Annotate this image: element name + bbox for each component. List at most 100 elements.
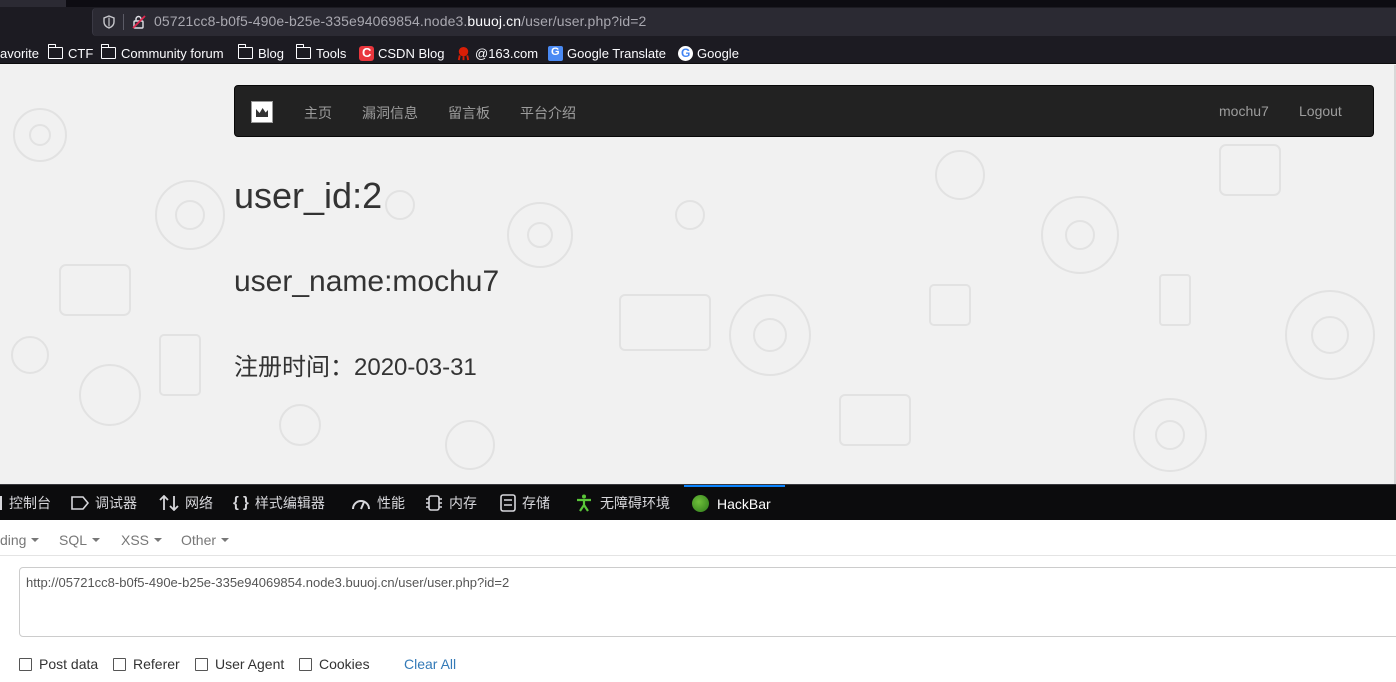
nav-platform-intro[interactable]: 平台介绍 bbox=[520, 103, 576, 123]
url-path: /user/user.php?id=2 bbox=[521, 13, 647, 29]
insecure-lock-icon[interactable] bbox=[131, 14, 147, 30]
bookmark-google[interactable]: G Google bbox=[678, 44, 739, 62]
bookmark-label: CSDN Blog bbox=[378, 45, 445, 61]
tab-label: HackBar bbox=[717, 495, 771, 512]
caret-down-icon bbox=[92, 538, 101, 543]
tracking-shield-icon[interactable] bbox=[103, 15, 115, 29]
tab-label: 存储 bbox=[522, 494, 550, 511]
menu-xss[interactable]: XSS bbox=[121, 532, 163, 548]
caret-down-icon bbox=[221, 538, 230, 543]
nav-message-board[interactable]: 留言板 bbox=[448, 103, 490, 123]
bookmark-label: Tools bbox=[316, 45, 347, 61]
tab-accessibility[interactable]: 无障碍环境 bbox=[576, 485, 670, 520]
nav-user[interactable]: mochu7 bbox=[1219, 103, 1269, 119]
google-translate-icon: G bbox=[548, 45, 563, 61]
address-bar[interactable]: 05721cc8-b0f5-490e-b25e-335e94069854.nod… bbox=[92, 8, 1396, 36]
top-navbar: 主页 漏洞信息 留言板 平台介绍 mochu7 Logout bbox=[234, 85, 1374, 137]
user-name-heading: user_name:mochu7 bbox=[234, 265, 500, 298]
url-text[interactable]: 05721cc8-b0f5-490e-b25e-335e94069854.nod… bbox=[154, 13, 646, 29]
hackbar-icon bbox=[692, 495, 709, 512]
accessibility-icon bbox=[577, 494, 591, 512]
tab-style-editor[interactable]: { } 样式编辑器 bbox=[233, 485, 325, 520]
menu-other[interactable]: Other bbox=[181, 532, 230, 548]
tab-label: 无障碍环境 bbox=[600, 494, 670, 511]
caret-down-icon bbox=[31, 538, 40, 543]
google-icon: G bbox=[678, 45, 693, 61]
hackbar-menu: ding SQL XSS Other bbox=[0, 520, 1396, 556]
menu-label: Other bbox=[181, 532, 217, 548]
bookmark-label: Google Translate bbox=[567, 45, 667, 61]
hackbar-panel: http://05721cc8-b0f5-490e-b25e-335e94069… bbox=[0, 556, 1396, 682]
network-icon bbox=[159, 494, 179, 511]
nav-home[interactable]: 主页 bbox=[304, 103, 332, 123]
folder-icon bbox=[47, 44, 64, 60]
tab-label: 网络 bbox=[185, 494, 213, 511]
nav-vulnerability-info[interactable]: 漏洞信息 bbox=[362, 103, 418, 123]
tab-edge[interactable] bbox=[0, 0, 66, 7]
registration-time-heading: 注册时间：2020-03-31 bbox=[234, 354, 477, 381]
menu-label: XSS bbox=[121, 532, 150, 548]
clear-all-link[interactable]: Clear All bbox=[404, 656, 456, 672]
tab-label: 样式编辑器 bbox=[254, 494, 325, 511]
bookmark-label: avorite bbox=[0, 45, 40, 61]
tab-label: 调试器 bbox=[95, 494, 137, 511]
debugger-icon bbox=[71, 495, 89, 510]
option-label: User Agent bbox=[215, 656, 285, 672]
url-prefix: 05721cc8-b0f5-490e-b25e-335e94069854.nod… bbox=[154, 13, 468, 29]
bookmark-ctf[interactable]: CTF bbox=[47, 44, 94, 62]
folder-icon bbox=[237, 44, 254, 60]
csdn-icon: C bbox=[359, 45, 374, 61]
option-post-data[interactable]: Post data bbox=[19, 656, 98, 672]
hackbar-url-input[interactable]: http://05721cc8-b0f5-490e-b25e-335e94069… bbox=[19, 567, 1396, 637]
tab-network[interactable]: 网络 bbox=[159, 485, 213, 520]
tab-storage[interactable]: 存储 bbox=[500, 485, 550, 520]
option-label: Post data bbox=[39, 656, 99, 672]
menu-label: ding bbox=[0, 532, 27, 548]
menu-label: SQL bbox=[59, 532, 88, 548]
menu-sql[interactable]: SQL bbox=[59, 532, 101, 548]
tab-strip bbox=[0, 0, 1396, 7]
referer-checkbox[interactable] bbox=[113, 657, 126, 671]
bookmark-blog[interactable]: Blog bbox=[237, 44, 285, 62]
bookmark-label: Blog bbox=[258, 45, 285, 61]
bookmark-favorite[interactable]: avorite bbox=[0, 44, 39, 62]
user-agent-checkbox[interactable] bbox=[195, 657, 208, 671]
tab-hackbar[interactable]: HackBar bbox=[684, 485, 785, 520]
bookmarks-toolbar: avorite CTF Community forum Blog Tools C… bbox=[0, 42, 1396, 64]
storage-icon bbox=[500, 493, 516, 512]
tab-console[interactable]: 控制台 bbox=[0, 485, 51, 520]
console-icon bbox=[0, 495, 3, 510]
address-separator bbox=[123, 14, 124, 30]
bookmark-label: CTF bbox=[68, 45, 94, 61]
menu-encoding[interactable]: ding bbox=[0, 532, 40, 548]
tab-memory[interactable]: 内存 bbox=[425, 485, 477, 520]
style-editor-icon: { } bbox=[233, 494, 249, 511]
tab-label: 性能 bbox=[377, 494, 405, 511]
bookmark-label: Google bbox=[697, 45, 739, 61]
browser-toolbar: 05721cc8-b0f5-490e-b25e-335e94069854.nod… bbox=[0, 0, 1396, 42]
folder-icon bbox=[295, 44, 312, 60]
bookmark-csdn-blog[interactable]: C CSDN Blog bbox=[359, 44, 444, 62]
tab-label: 内存 bbox=[449, 494, 477, 511]
performance-icon bbox=[352, 499, 370, 509]
nav-logout[interactable]: Logout bbox=[1299, 103, 1342, 119]
option-user-agent[interactable]: User Agent bbox=[195, 656, 284, 672]
option-cookies[interactable]: Cookies bbox=[299, 656, 370, 672]
bookmark-google-translate[interactable]: G Google Translate bbox=[548, 44, 666, 62]
tab-label: 控制台 bbox=[9, 494, 51, 511]
user-id-heading: user_id:2 bbox=[234, 175, 383, 216]
bookmark-tools[interactable]: Tools bbox=[295, 44, 347, 62]
netease-icon bbox=[457, 46, 470, 60]
bookmark-163[interactable]: @163.com bbox=[456, 44, 538, 62]
memory-icon bbox=[426, 494, 442, 511]
post-data-checkbox[interactable] bbox=[19, 657, 32, 671]
bookmark-community-forum[interactable]: Community forum bbox=[100, 44, 224, 62]
bookmark-label: Community forum bbox=[121, 45, 224, 61]
url-domain: buuoj.cn bbox=[467, 13, 522, 29]
option-referer[interactable]: Referer bbox=[113, 656, 180, 672]
bookmark-label: @163.com bbox=[475, 45, 539, 61]
tab-debugger[interactable]: 调试器 bbox=[71, 485, 137, 520]
brand-logo-icon[interactable] bbox=[251, 101, 273, 123]
tab-performance[interactable]: 性能 bbox=[351, 485, 405, 520]
cookies-checkbox[interactable] bbox=[299, 657, 312, 671]
